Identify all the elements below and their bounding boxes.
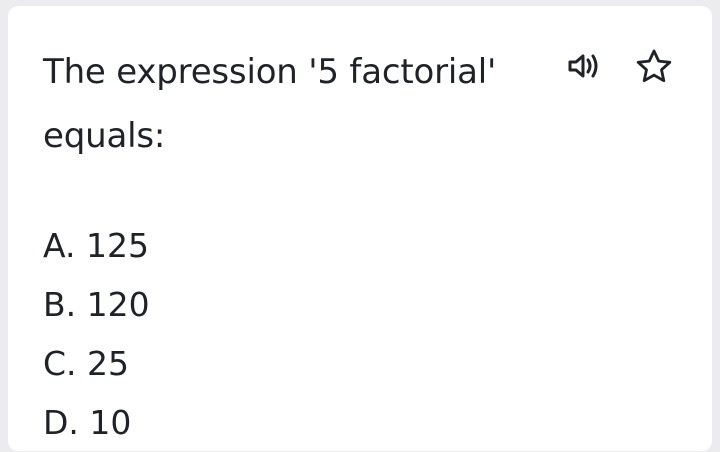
answer-options: A. 125 B. 120 C. 25 D. 10	[43, 216, 150, 452]
question-card: The expression '5 factorial' equals: A. …	[8, 6, 712, 451]
audio-button[interactable]	[564, 46, 604, 86]
speaker-icon	[568, 54, 598, 78]
favorite-button[interactable]	[634, 46, 674, 86]
option-d[interactable]: D. 10	[43, 393, 150, 452]
star-outline-icon	[636, 49, 672, 83]
question-text: The expression '5 factorial' equals:	[43, 52, 497, 156]
option-b[interactable]: B. 120	[43, 275, 150, 334]
option-c[interactable]: C. 25	[43, 334, 150, 393]
card-actions	[564, 46, 674, 86]
option-a[interactable]: A. 125	[43, 216, 150, 275]
